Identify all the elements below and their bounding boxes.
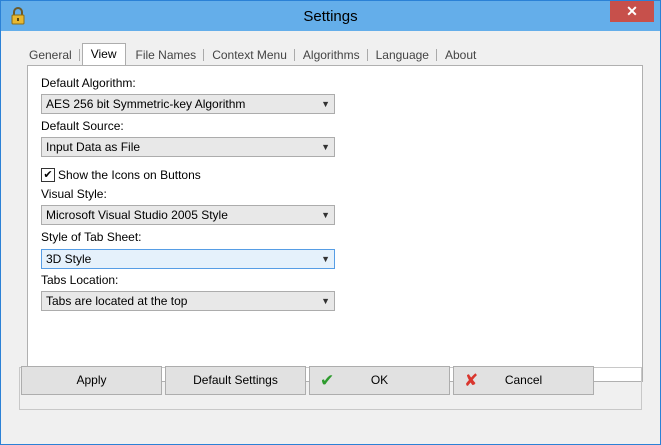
default-algorithm-label: Default Algorithm: [41, 76, 136, 90]
visual-style-label: Visual Style: [41, 187, 107, 201]
settings-window: Settings ✕ General View File Names Conte… [0, 0, 661, 445]
default-source-value: Input Data as File [46, 140, 141, 154]
ok-button-label: OK [370, 373, 389, 387]
tab-sheet-style-select[interactable]: 3D Style ▼ [41, 249, 335, 269]
x-icon: ✘ [464, 371, 479, 390]
chevron-down-icon: ▼ [321, 296, 330, 306]
tab-context-menu[interactable]: Context Menu [204, 45, 295, 65]
default-source-select[interactable]: Input Data as File ▼ [41, 137, 335, 157]
tab-algorithms[interactable]: Algorithms [295, 45, 368, 65]
show-icons-checkbox[interactable]: ✔ [41, 168, 55, 182]
cancel-button[interactable]: ✘ Cancel [453, 366, 594, 395]
tabs-location-value: Tabs are located at the top [46, 294, 188, 308]
tab-sheet-style-value: 3D Style [46, 252, 92, 266]
tabs-location-select[interactable]: Tabs are located at the top ▼ [41, 291, 335, 311]
tabs-location-label: Tabs Location: [41, 273, 119, 287]
tab-language[interactable]: Language [368, 45, 438, 65]
tab-general[interactable]: General [21, 45, 80, 65]
default-source-label: Default Source: [41, 119, 124, 133]
default-algorithm-select[interactable]: AES 256 bit Symmetric-key Algorithm ▼ [41, 94, 335, 114]
default-algorithm-value: AES 256 bit Symmetric-key Algorithm [46, 97, 246, 111]
tab-strip: General View File Names Context Menu Alg… [21, 43, 484, 65]
window-title: Settings [303, 8, 358, 25]
ok-button[interactable]: ✔ OK [309, 366, 450, 395]
show-icons-label: Show the Icons on Buttons [58, 168, 201, 182]
default-settings-button-label: Default Settings [193, 373, 278, 387]
tab-file-names[interactable]: File Names [128, 45, 205, 65]
view-tab-panel: Default Algorithm: AES 256 bit Symmetric… [27, 65, 643, 382]
checkmark-icon: ✔ [320, 371, 335, 390]
title-bar: Settings ✕ [1, 1, 660, 31]
close-button[interactable]: ✕ [610, 1, 654, 22]
chevron-down-icon: ▼ [321, 210, 330, 220]
chevron-down-icon: ▼ [321, 142, 330, 152]
chevron-down-icon: ▼ [321, 99, 330, 109]
default-settings-button[interactable]: Default Settings [165, 366, 306, 395]
cancel-button-label: Cancel [504, 373, 543, 387]
tab-about[interactable]: About [437, 45, 484, 65]
apply-button[interactable]: Apply [21, 366, 162, 395]
chevron-down-icon: ▼ [321, 254, 330, 264]
tab-view[interactable]: View [81, 43, 126, 65]
show-icons-checkbox-row[interactable]: ✔ Show the Icons on Buttons [41, 168, 201, 182]
tab-sheet-style-label: Style of Tab Sheet: [41, 230, 142, 244]
visual-style-select[interactable]: Microsoft Visual Studio 2005 Style ▼ [41, 205, 335, 225]
apply-button-label: Apply [76, 373, 107, 387]
visual-style-value: Microsoft Visual Studio 2005 Style [46, 208, 228, 222]
